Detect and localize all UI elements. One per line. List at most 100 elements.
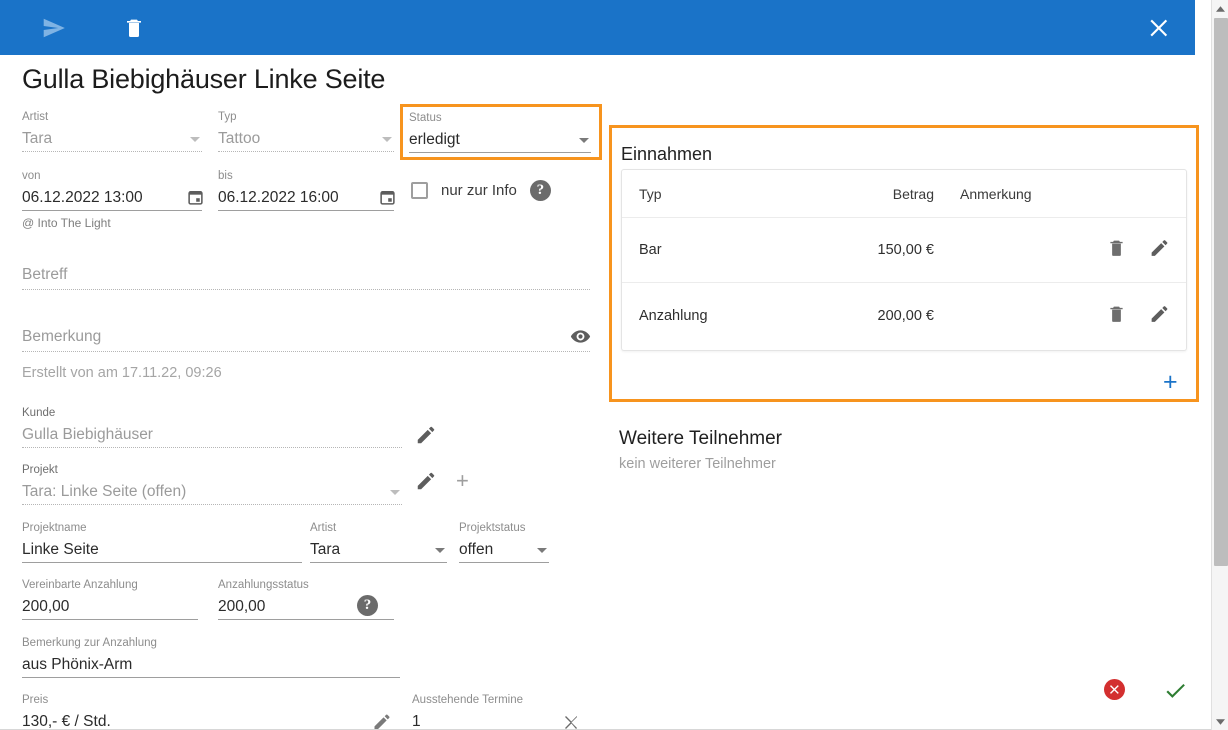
field-preis[interactable]: Preis 130,- € / Std. xyxy=(22,693,400,730)
help-icon-anzahlungsstatus[interactable]: ? xyxy=(357,595,378,616)
edit-row-button[interactable] xyxy=(1149,303,1170,328)
clear-ausstehende-termine-button[interactable] xyxy=(561,712,582,730)
field-typ-label: Typ xyxy=(218,111,237,123)
chevron-down-icon xyxy=(537,548,547,553)
field-bis[interactable]: bis 06.12.2022 16:00 xyxy=(218,169,396,211)
calendar-icon xyxy=(188,191,203,205)
scrollbar-thumb[interactable] xyxy=(1214,18,1228,566)
cell-typ: Anzahlung xyxy=(639,307,708,324)
field-artist-value: Tara xyxy=(22,130,53,147)
field-betreff-placeholder: Betreff xyxy=(22,266,68,283)
add-einnahme-button[interactable]: + xyxy=(1163,370,1178,395)
pencil-icon xyxy=(417,472,435,490)
trash-icon xyxy=(1110,306,1123,322)
field-typ-value: Tattoo xyxy=(218,130,261,147)
field-status-label: Status xyxy=(409,112,442,124)
edit-preis-button[interactable] xyxy=(372,712,392,730)
delete-button[interactable] xyxy=(110,4,158,52)
column-header-anmerkung: Anmerkung xyxy=(960,185,1032,202)
dialog-toolbar xyxy=(0,0,1195,55)
field-ausstehende-termine-label: Ausstehende Termine xyxy=(412,694,524,706)
field-project-artist-label: Artist xyxy=(310,522,337,534)
field-preis-value: 130,- € / Std. xyxy=(22,713,111,730)
cell-betrag: 200,00 € xyxy=(877,307,934,324)
delete-row-button[interactable] xyxy=(1106,238,1127,263)
confirm-button[interactable] xyxy=(1163,678,1188,708)
vertical-scrollbar[interactable] xyxy=(1211,0,1228,730)
field-bemerkung-anzahlung-label: Bemerkung zur Anzahlung xyxy=(22,637,157,649)
delete-row-button[interactable] xyxy=(1106,303,1127,328)
field-bemerkung[interactable]: Bemerkung xyxy=(22,322,591,352)
einnahmen-title: Einnahmen xyxy=(621,144,713,164)
field-projekt-label: Projekt xyxy=(22,464,58,476)
column-header-betrag: Betrag xyxy=(892,185,934,202)
close-icon xyxy=(565,716,578,729)
trash-icon xyxy=(1110,240,1123,256)
field-von[interactable]: von 06.12.2022 13:00 xyxy=(22,169,204,211)
field-projektstatus[interactable]: Projektstatus offen xyxy=(459,521,549,563)
info-only-row: nur zur Info ? xyxy=(411,180,551,201)
field-ausstehende-termine[interactable]: Ausstehende Termine 1 xyxy=(412,693,590,730)
location-text: @ Into The Light xyxy=(22,216,111,230)
eye-icon xyxy=(570,330,591,343)
send-icon xyxy=(43,18,65,37)
send-button[interactable] xyxy=(30,4,78,52)
chevron-down-icon xyxy=(1216,718,1225,725)
pencil-icon xyxy=(417,426,435,444)
close-icon xyxy=(1110,685,1119,694)
info-only-checkbox[interactable] xyxy=(411,182,428,199)
calendar-icon-von[interactable] xyxy=(187,189,204,206)
table-row[interactable]: Anzahlung 200,00 € xyxy=(622,283,1186,348)
pencil-icon xyxy=(1151,305,1168,322)
column-header-typ: Typ xyxy=(639,185,662,202)
field-kunde-value: Gulla Biebighäuser xyxy=(22,426,153,443)
field-preis-label: Preis xyxy=(22,694,49,706)
field-projekt[interactable]: Projekt Tara: Linke Seite (offen) xyxy=(22,463,402,505)
field-typ[interactable]: Typ Tattoo xyxy=(218,110,394,152)
cell-betrag: 150,00 € xyxy=(877,242,934,258)
field-vereinbarte-anzahlung[interactable]: Vereinbarte Anzahlung 200,00 xyxy=(22,578,198,620)
teilnehmer-title: Weitere Teilnehmer xyxy=(619,428,782,449)
field-betreff[interactable]: Betreff xyxy=(22,260,590,290)
created-text: Erstellt von am 17.11.22, 09:26 xyxy=(22,365,222,381)
pencil-icon xyxy=(374,714,390,730)
scroll-down-button[interactable] xyxy=(1212,713,1228,730)
field-projektname-label: Projektname xyxy=(22,522,87,534)
table-row[interactable]: Bar 150,00 € xyxy=(622,218,1186,283)
field-projekt-value: Tara: Linke Seite (offen) xyxy=(22,483,187,500)
table-header-row: Typ Betrag Anmerkung xyxy=(622,170,1186,218)
add-projekt-button[interactable]: + xyxy=(456,470,469,492)
field-project-artist[interactable]: Artist Tara xyxy=(310,521,447,563)
field-status-value: erledigt xyxy=(409,131,460,148)
scroll-up-button[interactable] xyxy=(1212,0,1228,17)
cancel-button[interactable] xyxy=(1104,679,1125,700)
field-anzahlungsstatus[interactable]: Anzahlungsstatus 200,00 ? xyxy=(218,578,394,620)
edit-kunde-button[interactable] xyxy=(415,424,437,446)
help-icon-info-only[interactable]: ? xyxy=(529,180,551,201)
field-projektstatus-label: Projektstatus xyxy=(459,522,526,534)
field-artist-label: Artist xyxy=(22,111,49,123)
calendar-icon-bis[interactable] xyxy=(379,189,396,206)
cell-typ: Bar xyxy=(639,242,662,258)
row-actions xyxy=(1106,303,1170,328)
chevron-down-icon xyxy=(382,137,392,142)
teilnehmer-empty-text: kein weiterer Teilnehmer xyxy=(619,456,776,472)
field-artist[interactable]: Artist Tara xyxy=(22,110,202,152)
toggle-visibility-button[interactable] xyxy=(570,326,591,347)
close-button[interactable] xyxy=(1135,4,1183,52)
field-vereinbarte-anzahlung-label: Vereinbarte Anzahlung xyxy=(22,579,138,591)
field-bemerkung-anzahlung-value: aus Phönix-Arm xyxy=(22,656,133,673)
field-projektname-value: Linke Seite xyxy=(22,541,99,558)
edit-row-button[interactable] xyxy=(1149,238,1170,263)
field-kunde[interactable]: Kunde Gulla Biebighäuser xyxy=(22,406,402,448)
field-bemerkung-anzahlung[interactable]: Bemerkung zur Anzahlung aus Phönix-Arm xyxy=(22,636,400,678)
field-bis-value: 06.12.2022 16:00 xyxy=(218,189,339,206)
field-projektname[interactable]: Projektname Linke Seite xyxy=(22,521,302,563)
field-projektstatus-value: offen xyxy=(459,541,494,558)
field-von-label: von xyxy=(22,170,41,182)
info-only-label: nur zur Info xyxy=(441,182,517,199)
edit-projekt-button[interactable] xyxy=(415,470,437,492)
trash-icon xyxy=(127,19,141,37)
page-title: Gulla Biebighäuser Linke Seite xyxy=(22,64,386,94)
field-status[interactable]: Status erledigt xyxy=(409,111,591,153)
